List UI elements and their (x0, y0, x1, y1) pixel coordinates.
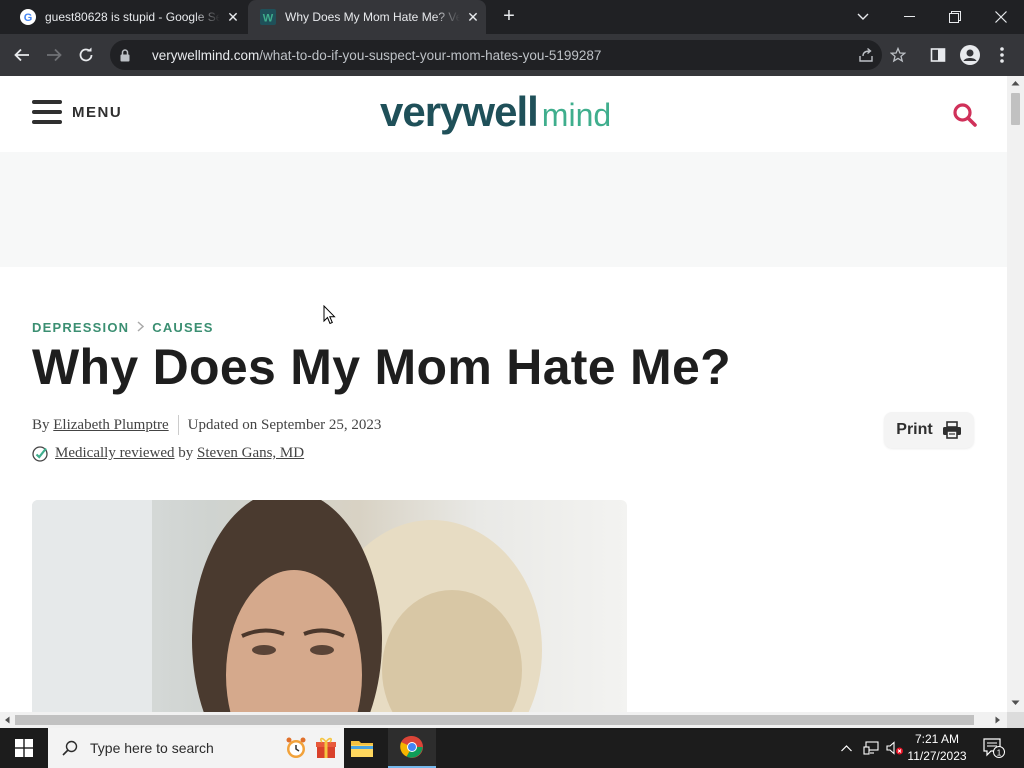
tab-search-chevron-icon[interactable] (840, 0, 886, 34)
page-viewport: MENU verywell mind DEPRESSION CAUSES Why … (0, 76, 1007, 712)
menu-button[interactable]: MENU (32, 100, 122, 124)
file-explorer-icon[interactable] (338, 728, 386, 768)
vertical-scrollbar[interactable] (1007, 76, 1024, 712)
article-title: Why Does My Mom Hate Me? (32, 339, 731, 395)
chevron-right-icon (137, 320, 145, 335)
svg-text:W: W (263, 13, 274, 25)
verywell-favicon-icon: W (260, 9, 276, 25)
windows-start-button[interactable] (0, 728, 48, 768)
author-link[interactable]: Elizabeth Plumptre (53, 417, 168, 434)
search-icon (62, 740, 78, 756)
chrome-taskbar-icon[interactable] (388, 728, 436, 768)
taskbar-search-placeholder: Type here to search (90, 740, 214, 756)
by-prefix: By (32, 416, 50, 433)
side-panel-icon[interactable] (926, 43, 950, 67)
breadcrumb-causes-link[interactable]: CAUSES (152, 320, 213, 335)
print-label: Print (896, 421, 933, 438)
medical-review: Medically reviewed by Steven Gans, MD (32, 445, 304, 462)
breadcrumb-depression-link[interactable]: DEPRESSION (32, 320, 129, 335)
horizontal-scrollbar[interactable] (0, 712, 1007, 728)
browser-tab-strip: G guest80628 is stupid - Google Search ✕… (0, 0, 1024, 34)
notification-count: 1 (997, 747, 1002, 757)
close-tab-icon[interactable]: ✕ (460, 9, 486, 26)
browser-toolbar: verywellmind.com/what-to-do-if-you-suspe… (0, 34, 1024, 76)
reviewer-link[interactable]: Steven Gans, MD (197, 445, 304, 462)
taskbar-clock[interactable]: 7:21 AM 11/27/2023 (904, 731, 970, 765)
back-arrow-icon[interactable] (10, 43, 34, 67)
network-icon[interactable] (860, 728, 882, 768)
windows-taskbar: Type here to search 7:21 AM 11/27/2023 1 (0, 728, 1024, 768)
lock-icon[interactable] (120, 48, 134, 62)
show-hidden-icons-chevron-icon[interactable] (836, 728, 856, 768)
site-header: MENU verywell mind (0, 76, 1007, 152)
logo-sub-text: mind (541, 97, 612, 133)
svg-text:G: G (24, 12, 33, 24)
google-favicon-icon: G (20, 9, 36, 25)
url-path: /what-to-do-if-you-suspect-your-mom-hate… (259, 47, 602, 63)
share-icon[interactable] (854, 43, 878, 67)
print-button[interactable]: Print (884, 412, 974, 448)
tab-title: Why Does My Mom Hate Me? Verywell Mind (285, 10, 460, 24)
address-bar[interactable]: verywellmind.com/what-to-do-if-you-suspe… (110, 40, 882, 70)
logo-main-text: verywell (380, 88, 539, 135)
reviewed-by-prefix: by (178, 445, 194, 461)
verywell-mind-logo[interactable]: verywell mind (380, 88, 611, 136)
byline-divider (177, 415, 179, 435)
printer-icon (942, 421, 961, 439)
profile-avatar-icon[interactable] (958, 43, 982, 67)
breadcrumb: DEPRESSION CAUSES (32, 320, 214, 335)
menu-label: MENU (72, 103, 123, 121)
tab-google-search[interactable]: G guest80628 is stupid - Google Search ✕ (8, 0, 246, 34)
close-window-button[interactable] (978, 0, 1024, 34)
article-hero-image (32, 500, 627, 712)
byline: By Elizabeth Plumptre Updated on Septemb… (32, 415, 381, 435)
scrollbar-corner (1007, 712, 1024, 728)
restore-button[interactable] (932, 0, 978, 34)
horizontal-scroll-thumb[interactable] (15, 715, 974, 725)
ad-placeholder (0, 152, 1007, 267)
tab-title: guest80628 is stupid - Google Search (45, 10, 220, 24)
search-highlight-graphic (284, 736, 338, 760)
close-tab-icon[interactable]: ✕ (220, 9, 246, 26)
new-tab-button[interactable]: + (498, 6, 520, 28)
vertical-scroll-thumb[interactable] (1011, 93, 1020, 125)
updated-date: Updated on September 25, 2023 (187, 416, 382, 433)
bookmark-star-icon[interactable] (886, 43, 910, 67)
medically-reviewed-link[interactable]: Medically reviewed (55, 445, 175, 462)
browser-menu-icon[interactable] (990, 43, 1014, 67)
mouse-cursor-icon (323, 304, 336, 330)
taskbar-search-box[interactable]: Type here to search (48, 728, 344, 768)
url-host: verywellmind.com (152, 47, 260, 63)
clock-time: 7:21 AM (914, 732, 960, 746)
clock-date: 11/27/2023 (907, 749, 967, 763)
reload-icon[interactable] (74, 43, 98, 67)
verified-check-icon (32, 445, 48, 462)
minimize-button[interactable] (886, 0, 932, 34)
url-text: verywellmind.com/what-to-do-if-you-suspe… (152, 48, 601, 63)
volume-muted-icon[interactable] (884, 728, 906, 768)
tab-verywell-article[interactable]: W Why Does My Mom Hate Me? Verywell Mind… (248, 0, 486, 34)
hamburger-icon (32, 100, 62, 124)
search-icon[interactable] (952, 102, 978, 128)
notification-center-icon[interactable]: 1 (980, 728, 1008, 768)
forward-arrow-icon[interactable] (42, 43, 66, 67)
